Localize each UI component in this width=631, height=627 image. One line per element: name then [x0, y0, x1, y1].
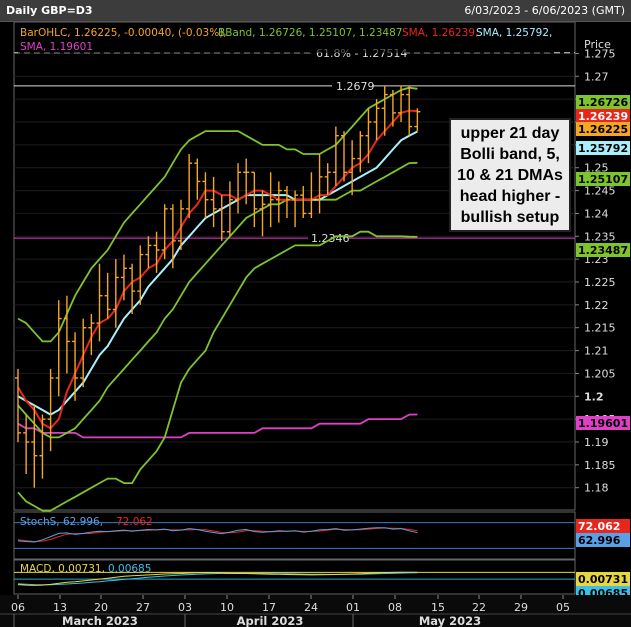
y-tick-label: 1.215 [584, 322, 616, 335]
x-tick-label: 03 [178, 601, 192, 614]
price-tag-label: 1.25792 [578, 142, 628, 155]
title-bar: Daily GBP=D3 6/03/2023 - 6/06/2023 (GMT) [0, 0, 631, 22]
price-tag-label: 1.26225 [578, 123, 628, 136]
y-tick-label: 1.27 [584, 70, 609, 83]
legend-entry: BarOHLC, 1.26225, -0.00040, (-0.03%), [20, 27, 227, 39]
price-tag-label: 1.19601 [578, 417, 628, 430]
x-tick-label: 06 [11, 601, 25, 614]
stoch-tag-label: 62.996 [578, 534, 621, 547]
y-tick-label: 1.235 [584, 230, 616, 243]
chart-canvas: 61.8% - 1.275141.26791.2346 1.2751.271.2… [0, 22, 631, 627]
month-label: March 2023 [62, 614, 138, 627]
x-tick-label: 22 [472, 601, 486, 614]
x-tick-label: 20 [94, 601, 108, 614]
month-label: May 2023 [419, 614, 481, 627]
x-tick-label: 15 [431, 601, 445, 614]
legend-entry: SMA, 1.25792, [476, 27, 552, 39]
macd-legend: MACD, 0.00731, [20, 563, 105, 575]
x-tick-label: 13 [53, 601, 67, 614]
price-tag-label: 1.26726 [578, 96, 628, 109]
price-tag-label: 1.26239 [578, 110, 628, 123]
month-label: April 2023 [237, 614, 304, 627]
y-tick-label: 1.24 [584, 207, 609, 220]
x-tick-label: 01 [346, 601, 360, 614]
x-tick-label: 27 [136, 601, 150, 614]
price-tag-label: 1.25107 [578, 173, 628, 186]
stoch-legend-d: 72.062 [116, 516, 153, 528]
x-tick-label: 29 [514, 601, 528, 614]
x-tick-label: 05 [556, 601, 570, 614]
y-tick-label: 1.22 [584, 299, 609, 312]
y-tick-label: 1.21 [584, 345, 609, 358]
y-tick-label: 1.19 [584, 436, 609, 449]
date-range: 6/03/2023 - 6/06/2023 (GMT) [464, 4, 625, 17]
x-tick-label: 10 [220, 601, 234, 614]
stoch-tag-label: 72.062 [578, 520, 620, 533]
legend-entry: BBand, 1.26726, 1.25107, 1.23487 [218, 27, 402, 39]
price-tag-label: 1.23487 [578, 244, 628, 257]
stoch-legend-k: StochS, 62.996, [20, 516, 103, 528]
legend-entry: SMA, 1.26239, [402, 27, 478, 39]
y-tick-label: 1.185 [584, 459, 616, 472]
x-tick-label: 08 [388, 601, 402, 614]
high-label: 1.2679 [336, 80, 375, 93]
y-tick-label: 1.18 [584, 482, 609, 495]
chart-title: Daily GBP=D3 [6, 4, 93, 17]
y-tick-label: 1.225 [584, 276, 616, 289]
y-tick-label: 1.245 [584, 185, 616, 198]
y-tick-label: 1.205 [584, 367, 616, 380]
price-axis-label: Price [584, 38, 611, 51]
legend-entry: SMA, 1.19601 [20, 41, 93, 53]
x-tick-label: 17 [262, 601, 276, 614]
y-tick-label: 1.2 [584, 390, 604, 403]
macd-tag-label: 0.00731 [578, 573, 628, 586]
x-tick-label: 24 [304, 601, 318, 614]
annotation-note: upper 21 day Bolli band, 5, 10 & 21 DMAs… [449, 118, 571, 232]
macd-signal-legend: 0.00685 [108, 563, 151, 575]
